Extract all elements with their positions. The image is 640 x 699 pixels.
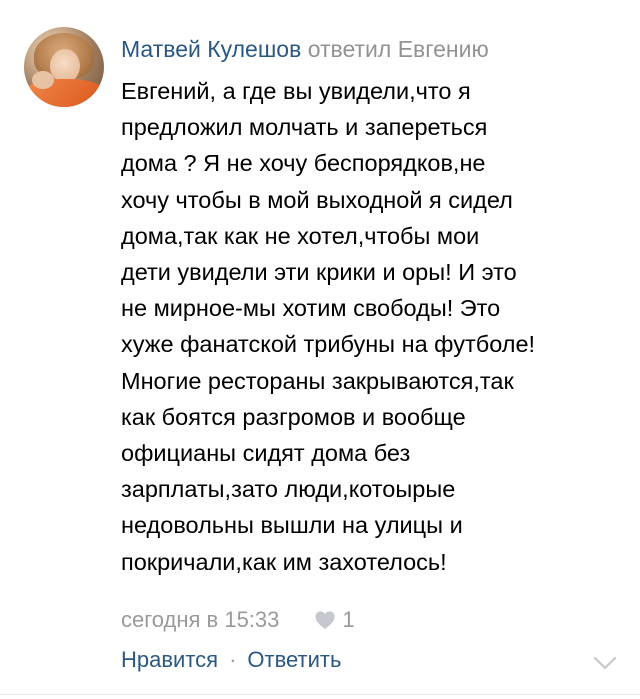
comment-text: Евгений, а где вы увидели,что я предложи… (121, 73, 621, 580)
comment-text-line: дома,так как не хотел,чтобы мои (121, 222, 480, 249)
chevron-down-icon[interactable] (593, 655, 617, 671)
comment-text-line: предложил молчать и запереться (121, 114, 488, 141)
comment-text-line: хуже фанатской трибуны на футболе! (121, 331, 536, 358)
comment-text-line: дома ? Я не хочу беспорядков,не (121, 150, 486, 177)
like-button[interactable]: Нравится (121, 645, 218, 675)
comment-item: Матвей Кулешов ответил Евгению Евгений, … (0, 0, 640, 699)
separator-dot: · (229, 647, 237, 672)
comment-text-line: хочу чтобы в мой выходной я сидел (121, 186, 513, 213)
comment-text-line: дети увидели эти крики и оры! И это (121, 259, 517, 286)
avatar-face (50, 49, 80, 83)
comment-text-line: покричали,как им захотелось! (121, 548, 447, 575)
reply-button[interactable]: Ответить (247, 645, 341, 675)
comment-text-line: недовольны вышли на улицы и (121, 512, 463, 539)
comment-actions: Нравится · Ответить (121, 645, 341, 675)
comment-text-line: не мирное-мы хотим свободы! Это (121, 295, 501, 322)
comment-text-line: зарплаты,зато люди,котоырые (121, 476, 456, 503)
comment-text-line: Многие рестораны закрываются,так (121, 367, 514, 394)
comment-header: Матвей Кулешов ответил Евгению (121, 34, 489, 64)
heart-icon[interactable] (314, 610, 336, 630)
comment-text-line: официаны сидят дома без (121, 440, 411, 467)
divider (0, 694, 640, 695)
author-name[interactable]: Матвей Кулешов (121, 36, 301, 62)
comment-text-line: как боятся разгромов и вообще (121, 403, 466, 430)
comment-meta: сегодня в 15:33 1 (121, 605, 355, 635)
comment-text-line: Евгений, а где вы увидели,что я (121, 78, 471, 104)
avatar[interactable] (24, 27, 104, 107)
timestamp[interactable]: сегодня в 15:33 (121, 605, 279, 635)
avatar-hand (32, 71, 54, 89)
reply-to-label[interactable]: ответил Евгению (308, 36, 489, 62)
like-count: 1 (342, 607, 355, 632)
